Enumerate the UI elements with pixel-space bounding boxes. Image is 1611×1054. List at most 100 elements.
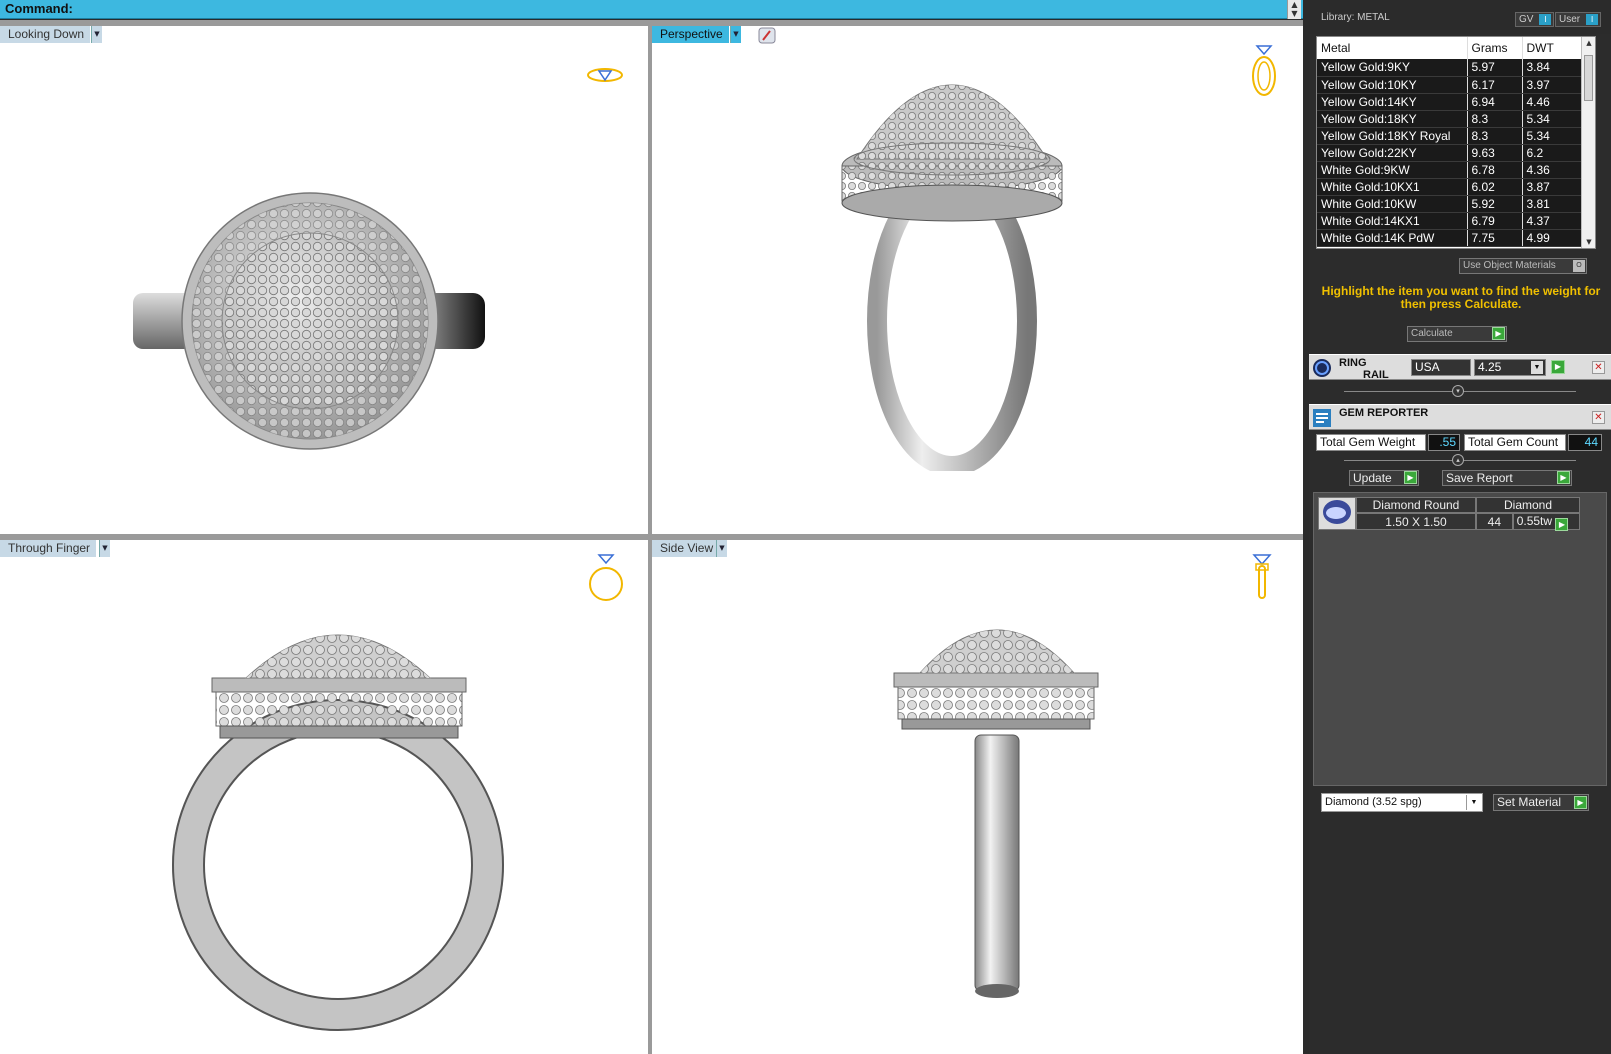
metal-dwt-cell: 6.2 <box>1522 144 1582 162</box>
user-toggle-label: User <box>1559 14 1581 25</box>
metal-name-cell: White Gold:10KX1 <box>1317 178 1468 196</box>
metal-grams-cell: 6.94 <box>1467 93 1523 111</box>
metal-grams-cell: 5.97 <box>1467 59 1523 77</box>
column-header-dwt[interactable]: DWT <box>1522 37 1582 59</box>
use-object-materials-toggle[interactable]: Use Object Materials O <box>1459 258 1587 274</box>
gem-reporter-icon <box>1313 409 1331 427</box>
viewport-looking-down[interactable]: Looking Down ▼ <box>0 26 648 534</box>
calculate-button[interactable]: Calculate ▶ <box>1407 326 1507 342</box>
total-gem-weight-value: .55 <box>1428 434 1460 451</box>
viewport-menu-dropdown[interactable]: ▼ <box>730 26 741 43</box>
ring-rail-apply-button[interactable]: ▶ <box>1551 360 1565 374</box>
scroll-up-icon[interactable]: ▲ <box>1582 39 1595 47</box>
metal-row[interactable]: White Gold:14K PdW 7.75 4.99 <box>1317 229 1582 247</box>
metal-row[interactable]: White Gold:14KX1 6.79 4.37 <box>1317 212 1582 230</box>
metal-dwt-cell: 4.46 <box>1522 93 1582 111</box>
ring-front-view <box>172 634 504 1031</box>
metal-dwt-cell: 3.87 <box>1522 178 1582 196</box>
viewport-label[interactable]: Looking Down <box>0 26 91 43</box>
viewport-label[interactable]: Perspective <box>652 26 729 43</box>
viewport-through-finger[interactable]: Through Finger ▼ <box>0 540 648 1054</box>
splitter-knob-icon[interactable]: ▾ <box>1452 385 1464 397</box>
viewport-side-view[interactable]: Side View ▼ <box>652 540 1303 1054</box>
ring-perspective-view <box>841 84 1063 471</box>
metal-name-cell: White Gold:14KX1 <box>1317 212 1468 230</box>
material-select-value: Diamond (3.52 spg) <box>1325 796 1422 808</box>
gem-report-list[interactable]: Diamond Round Diamond 1.50 X 1.50 44 0.5… <box>1313 492 1607 786</box>
ring-size-region[interactable]: USA <box>1411 359 1471 376</box>
play-icon: ▶ <box>1404 471 1417 484</box>
save-report-label: Save Report <box>1446 471 1513 485</box>
column-header-grams[interactable]: Grams <box>1467 37 1523 59</box>
total-gem-count-label: Total Gem Count <box>1464 434 1566 451</box>
metal-row[interactable]: Yellow Gold:18KY Royal 8.3 5.34 <box>1317 127 1582 145</box>
metal-dwt-cell: 5.34 <box>1522 110 1582 128</box>
update-button[interactable]: Update ▶ <box>1349 470 1419 486</box>
diamond-round-icon <box>1323 500 1351 524</box>
gem-reporter-header: GEM REPORTER ✕ <box>1309 404 1611 430</box>
viewport-menu-dropdown[interactable]: ▼ <box>91 26 102 43</box>
metal-row[interactable]: Yellow Gold:9KY 5.97 3.84 <box>1317 59 1582 77</box>
metal-grams-cell: 6.79 <box>1467 212 1523 230</box>
metal-table[interactable]: Metal Grams DWT Yellow Gold:9KY 5.97 3.84 Y… <box>1316 36 1596 249</box>
ring-size-value: 4.25 <box>1478 360 1502 374</box>
metal-grams-cell: 7.75 <box>1467 229 1523 247</box>
gem-reporter-close-button[interactable]: ✕ <box>1592 411 1605 424</box>
gem-thumbnail[interactable] <box>1318 497 1356 530</box>
metal-dwt-cell: 3.81 <box>1522 195 1582 213</box>
gem-weight: 0.55tw ▶ <box>1512 513 1580 531</box>
viewport-menu-dropdown[interactable]: ▼ <box>99 540 110 557</box>
gem-cut: Diamond Round <box>1356 497 1476 513</box>
set-material-button[interactable]: Set Material ▶ <box>1493 794 1589 811</box>
metal-row[interactable]: White Gold:10KW 5.92 3.81 <box>1317 195 1582 213</box>
viewport-menu-dropdown[interactable]: ▼ <box>716 540 727 557</box>
metal-row[interactable]: Yellow Gold:18KY 8.3 5.34 <box>1317 110 1582 128</box>
metal-row[interactable]: Yellow Gold:22KY 9.63 6.2 <box>1317 144 1582 162</box>
viewport-label[interactable]: Side View <box>652 540 720 557</box>
column-header-metal[interactable]: Metal <box>1317 37 1468 59</box>
gem-detail-button[interactable]: ▶ <box>1555 518 1569 531</box>
save-report-button[interactable]: Save Report ▶ <box>1442 470 1572 486</box>
chevron-down-icon: ▼ <box>1531 361 1543 374</box>
scroll-thumb[interactable] <box>1584 55 1593 101</box>
play-icon: ▶ <box>1492 327 1505 340</box>
metal-name-cell: Yellow Gold:14KY <box>1317 93 1468 111</box>
splitter-knob-icon[interactable]: ▴ <box>1452 454 1464 466</box>
metal-grams-cell: 6.17 <box>1467 76 1523 94</box>
viewport-perspective[interactable]: Perspective ▼ <box>652 26 1303 534</box>
metal-name-cell: Yellow Gold:9KY <box>1317 59 1468 77</box>
user-toggle[interactable]: User I <box>1555 12 1602 27</box>
metal-table-scrollbar[interactable]: ▲ ▼ <box>1581 37 1595 248</box>
metal-dwt-cell: 3.97 <box>1522 76 1582 94</box>
metal-name-cell: Yellow Gold:18KY Royal <box>1317 127 1468 145</box>
use-object-materials-label: Use Object Materials <box>1463 260 1556 271</box>
metal-row[interactable]: Yellow Gold:10KY 6.17 3.97 <box>1317 76 1582 94</box>
metal-grams-cell: 8.3 <box>1467 127 1523 145</box>
ring-size-select[interactable]: 4.25 ▼ <box>1474 359 1546 376</box>
gv-toggle-label: GV <box>1519 14 1534 25</box>
viewport-label[interactable]: Through Finger <box>0 540 97 557</box>
app-window: Command: ▲ ▼ Looking Down ▼ Perspective … <box>0 0 1611 1054</box>
gem-size: 1.50 X 1.50 <box>1356 513 1476 530</box>
orientation-ring-side-icon <box>1252 554 1272 599</box>
scroll-down-icon[interactable]: ▼ <box>1582 238 1595 246</box>
metal-grams-cell: 6.78 <box>1467 161 1523 179</box>
library-title: Library: METAL <box>1321 12 1390 23</box>
command-bar[interactable]: Command: ▲ ▼ <box>0 0 1303 19</box>
orientation-ring-perspective-icon <box>1252 45 1276 96</box>
gv-toggle[interactable]: GV I <box>1515 12 1555 27</box>
command-scroll[interactable]: ▲ ▼ <box>1287 0 1301 19</box>
metal-name-cell: White Gold:14K PdW <box>1317 229 1468 247</box>
metal-row[interactable]: White Gold:9KW 6.78 4.36 <box>1317 161 1582 179</box>
metal-name-cell: White Gold:10KW <box>1317 195 1468 213</box>
metal-row[interactable]: Yellow Gold:14KY 6.94 4.46 <box>1317 93 1582 111</box>
metal-dwt-cell: 5.34 <box>1522 127 1582 145</box>
material-select[interactable]: Diamond (3.52 spg) ▼ <box>1321 793 1483 812</box>
ring-top-view <box>133 192 485 450</box>
ring-rail-close-button[interactable]: ✕ <box>1592 361 1605 374</box>
metal-row[interactable]: White Gold:10KX1 6.02 3.87 <box>1317 178 1582 196</box>
viewport-area: Looking Down ▼ Perspective ▼ Through Fin… <box>0 20 1303 1054</box>
play-icon: ▶ <box>1574 796 1587 809</box>
perspective-camera-icon[interactable] <box>758 27 776 44</box>
total-gem-weight-label: Total Gem Weight <box>1316 434 1426 451</box>
